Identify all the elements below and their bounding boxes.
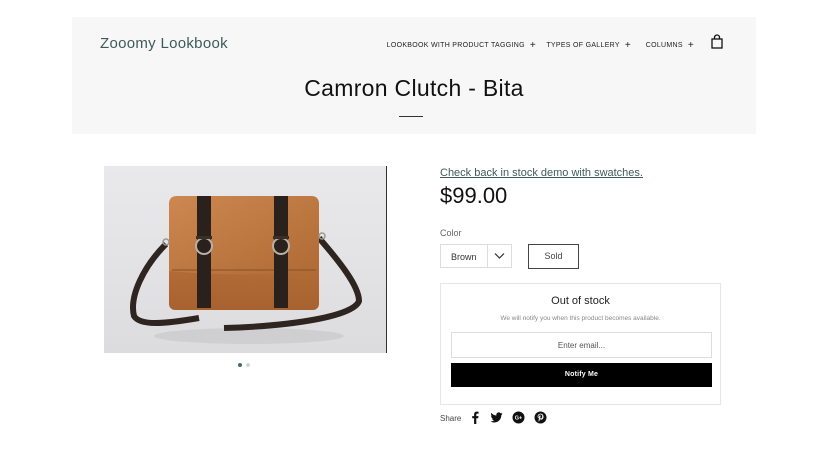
facebook-icon[interactable] — [469, 411, 482, 424]
pinterest-icon[interactable] — [534, 411, 547, 424]
color-label: Color — [440, 228, 462, 238]
shopping-bag-icon[interactable] — [711, 34, 723, 49]
google-plus-icon[interactable]: G+ — [512, 411, 525, 424]
svg-text:G+: G+ — [515, 416, 523, 422]
product-price: $99.00 — [440, 183, 508, 208]
out-of-stock-title: Out of stock — [551, 295, 610, 307]
sold-button[interactable]: Sold — [528, 244, 579, 269]
notify-me-button[interactable]: Notify Me — [451, 363, 712, 387]
nav-item-columns[interactable]: COLUMNS + — [645, 39, 694, 51]
bag-illustration — [130, 196, 363, 344]
title-divider — [399, 116, 423, 117]
product-image[interactable] — [104, 166, 387, 353]
stock-demo-link[interactable]: Check back in stock demo with swatches. — [440, 167, 643, 179]
nav-item-label: LOOKBOOK WITH PRODUCT TAGGING — [386, 42, 525, 49]
color-select-value: Brown — [451, 252, 477, 262]
nav-item-label: TYPES OF GALLERY — [546, 42, 620, 49]
select-divider — [487, 245, 488, 267]
nav-item-lookbook[interactable]: LOOKBOOK WITH PRODUCT TAGGING + — [386, 39, 536, 51]
brand-logo[interactable]: Zooomy Lookbook — [100, 35, 228, 52]
nav-item-label: COLUMNS — [645, 42, 683, 49]
email-input[interactable] — [451, 332, 712, 358]
page-title: Camron Clutch - Bita — [304, 75, 524, 101]
plus-icon: + — [624, 40, 631, 51]
plus-icon: + — [687, 40, 694, 51]
notify-description: We will notify you when this product bec… — [500, 315, 661, 322]
twitter-icon[interactable] — [490, 411, 503, 424]
nav-item-types-of-gallery[interactable]: TYPES OF GALLERY + — [546, 39, 631, 51]
color-select[interactable]: Brown — [440, 244, 512, 268]
gallery-dot-2[interactable] — [246, 363, 250, 367]
share-label: Share — [440, 414, 462, 423]
chevron-down-icon — [494, 253, 505, 259]
plus-icon: + — [529, 40, 536, 51]
notify-form: Out of stock We will notify you when thi… — [440, 283, 721, 405]
site-header: Zooomy Lookbook LOOKBOOK WITH PRODUCT TA… — [72, 17, 756, 134]
gallery-dot-1[interactable] — [238, 363, 242, 367]
